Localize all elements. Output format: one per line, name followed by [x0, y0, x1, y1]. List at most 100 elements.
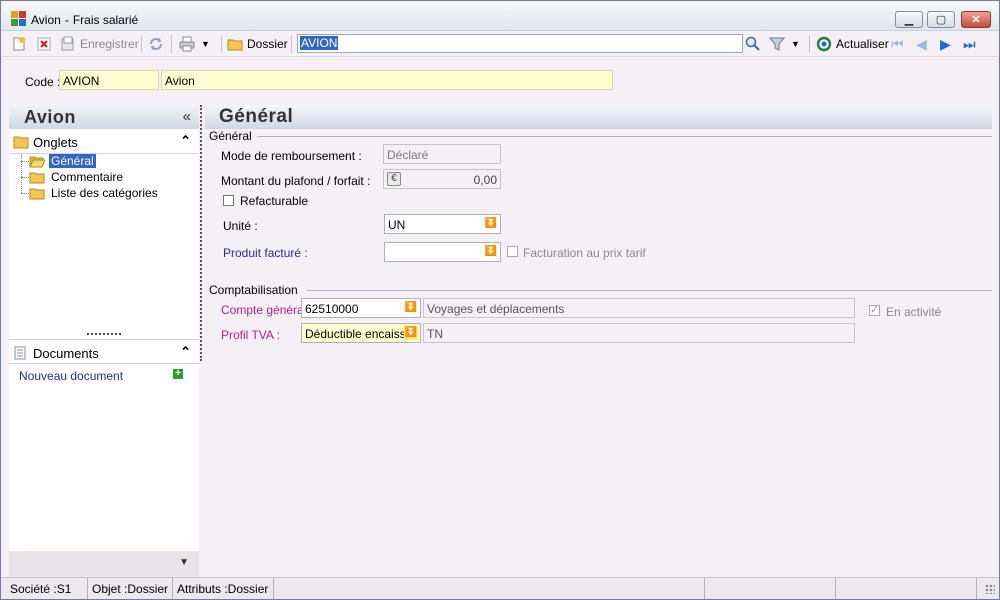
mode-remboursement-value: Déclaré: [387, 148, 429, 162]
window-title: Avion - Frais salarié: [31, 13, 138, 27]
refresh-icon: [816, 36, 832, 52]
delete-icon: [37, 37, 51, 51]
printer-icon: [179, 36, 195, 52]
group-divider: [307, 290, 992, 291]
code-label: Code :: [25, 75, 61, 89]
en-activite-checkbox[interactable]: [869, 303, 880, 316]
save-button[interactable]: Enregistrer: [60, 34, 139, 54]
tab-general-label: Général: [49, 154, 96, 168]
splitter-grip[interactable]: [87, 333, 121, 336]
minimize-icon: ▁: [904, 14, 914, 26]
double-chevron-down-icon[interactable]: ⏬: [404, 301, 418, 315]
main-header: Général: [205, 105, 992, 129]
double-chevron-down-icon[interactable]: ⏬: [404, 326, 418, 340]
chevron-up-icon[interactable]: ⌃: [180, 133, 191, 149]
resize-grip-icon[interactable]: [985, 584, 995, 594]
status-empty: [837, 578, 977, 599]
new-button[interactable]: [11, 34, 27, 54]
plus-icon[interactable]: +: [173, 369, 183, 379]
tab-general[interactable]: Général: [29, 153, 96, 169]
minimize-button[interactable]: ▁: [895, 11, 923, 28]
unite-label: Unité :: [223, 219, 258, 233]
filter-dropdown-icon[interactable]: ▼: [791, 39, 800, 49]
description-value: Avion: [165, 74, 195, 88]
page-title: Général: [219, 106, 294, 127]
tab-liste-categories[interactable]: Liste des catégories: [29, 185, 160, 201]
toolbar-separator: [141, 35, 142, 53]
status-empty: [706, 578, 836, 599]
facturation-prix-tarif-label: Facturation au prix tarif: [523, 246, 646, 260]
folder-icon: [227, 39, 243, 51]
double-chevron-down-icon[interactable]: ⏬: [484, 245, 498, 259]
delete-button[interactable]: [36, 34, 52, 54]
save-label: Enregistrer: [80, 37, 139, 51]
sync-button[interactable]: [148, 34, 164, 54]
chevron-down-icon[interactable]: ▼: [179, 557, 189, 568]
previous-icon: ◀: [916, 35, 927, 52]
produit-facture-label[interactable]: Produit facturé :: [223, 246, 308, 260]
vertical-splitter[interactable]: [200, 105, 202, 361]
compte-description-field: Voyages et déplacements: [423, 298, 855, 318]
dossier-button[interactable]: Dossier: [227, 34, 288, 54]
status-societe: Société :S1: [7, 578, 88, 599]
collapse-panel-button[interactable]: «: [183, 108, 191, 125]
print-button[interactable]: ▼: [179, 34, 210, 54]
status-attributs: Attributs :Dossier: [174, 578, 274, 599]
title-bar: Avion - Frais salarié ▁ ▢ ✕: [1, 1, 999, 31]
left-panel-header: Avion «: [9, 105, 199, 129]
document-icon: [14, 346, 26, 360]
folder-icon: [29, 172, 45, 184]
euro-icon: €: [387, 172, 401, 186]
documents-section-header[interactable]: Documents ⌃: [9, 343, 199, 363]
plafond-label: Montant du plafond / forfait :: [221, 174, 371, 188]
maximize-button[interactable]: ▢: [927, 11, 955, 28]
filter-button[interactable]: ▼: [769, 34, 800, 54]
print-dropdown-icon[interactable]: ▼: [201, 39, 210, 49]
description-field[interactable]: Avion: [161, 70, 613, 90]
compte-general-select[interactable]: 62510000 ⏬: [301, 298, 421, 318]
dossier-label: Dossier: [247, 37, 288, 51]
profil-tva-label[interactable]: Profil TVA :: [221, 328, 280, 342]
refresh-label: Actualiser: [836, 37, 889, 51]
documents-label: Documents: [33, 346, 99, 361]
chevron-up-icon[interactable]: ⌃: [180, 344, 191, 360]
search-input[interactable]: AVION: [297, 34, 743, 53]
produit-facture-select[interactable]: ⏬: [384, 242, 501, 262]
toolbar: Enregistrer ▼ Dossier AVION ▼ Actualiser: [1, 31, 999, 57]
first-icon: ⏮: [891, 35, 904, 52]
last-record-button[interactable]: ⏭: [963, 34, 976, 54]
search-button[interactable]: [745, 34, 761, 54]
funnel-icon: [769, 37, 785, 51]
left-panel-title: Avion: [24, 107, 76, 127]
profil-tva-select[interactable]: Déductible encaiss ⏬: [301, 323, 421, 343]
tab-commentaire-label: Commentaire: [51, 170, 124, 184]
tab-commentaire[interactable]: Commentaire: [29, 169, 125, 185]
tva-code-value: TN: [427, 327, 443, 341]
toolbar-separator: [221, 35, 222, 53]
facturation-prix-tarif-checkbox[interactable]: [507, 246, 518, 257]
divider: [9, 363, 199, 364]
comptabilisation-group-title: Comptabilisation: [209, 283, 298, 297]
toolbar-separator: [171, 35, 172, 53]
compte-general-label[interactable]: Compte général :: [221, 303, 313, 317]
unite-select[interactable]: UN ⏬: [384, 214, 501, 234]
onglets-label: Onglets: [33, 135, 78, 150]
compte-description-value: Voyages et déplacements: [427, 302, 565, 316]
mode-remboursement-field: Déclaré: [383, 144, 501, 164]
plafond-value: 0,00: [473, 173, 497, 187]
code-field[interactable]: AVION: [59, 70, 159, 90]
application-window: Avion - Frais salarié ▁ ▢ ✕ Enregistrer ▼ …: [0, 0, 1000, 600]
onglets-section-header[interactable]: Onglets ⌃: [9, 132, 199, 152]
refresh-button[interactable]: Actualiser: [816, 34, 889, 54]
general-group-title: Général: [209, 129, 252, 143]
new-document-link[interactable]: Nouveau document: [19, 369, 123, 383]
toolbar-separator: [809, 35, 810, 53]
previous-record-button[interactable]: ◀: [916, 34, 927, 54]
double-chevron-down-icon[interactable]: ⏬: [484, 217, 498, 231]
next-record-button[interactable]: ▶: [940, 34, 951, 54]
status-bar: Société :S1 Objet :Dossier Attributs :Do…: [1, 577, 999, 599]
first-record-button[interactable]: ⏮: [891, 34, 904, 54]
refacturable-checkbox[interactable]: [223, 195, 234, 206]
close-button[interactable]: ✕: [961, 11, 991, 28]
code-value: AVION: [63, 74, 100, 88]
